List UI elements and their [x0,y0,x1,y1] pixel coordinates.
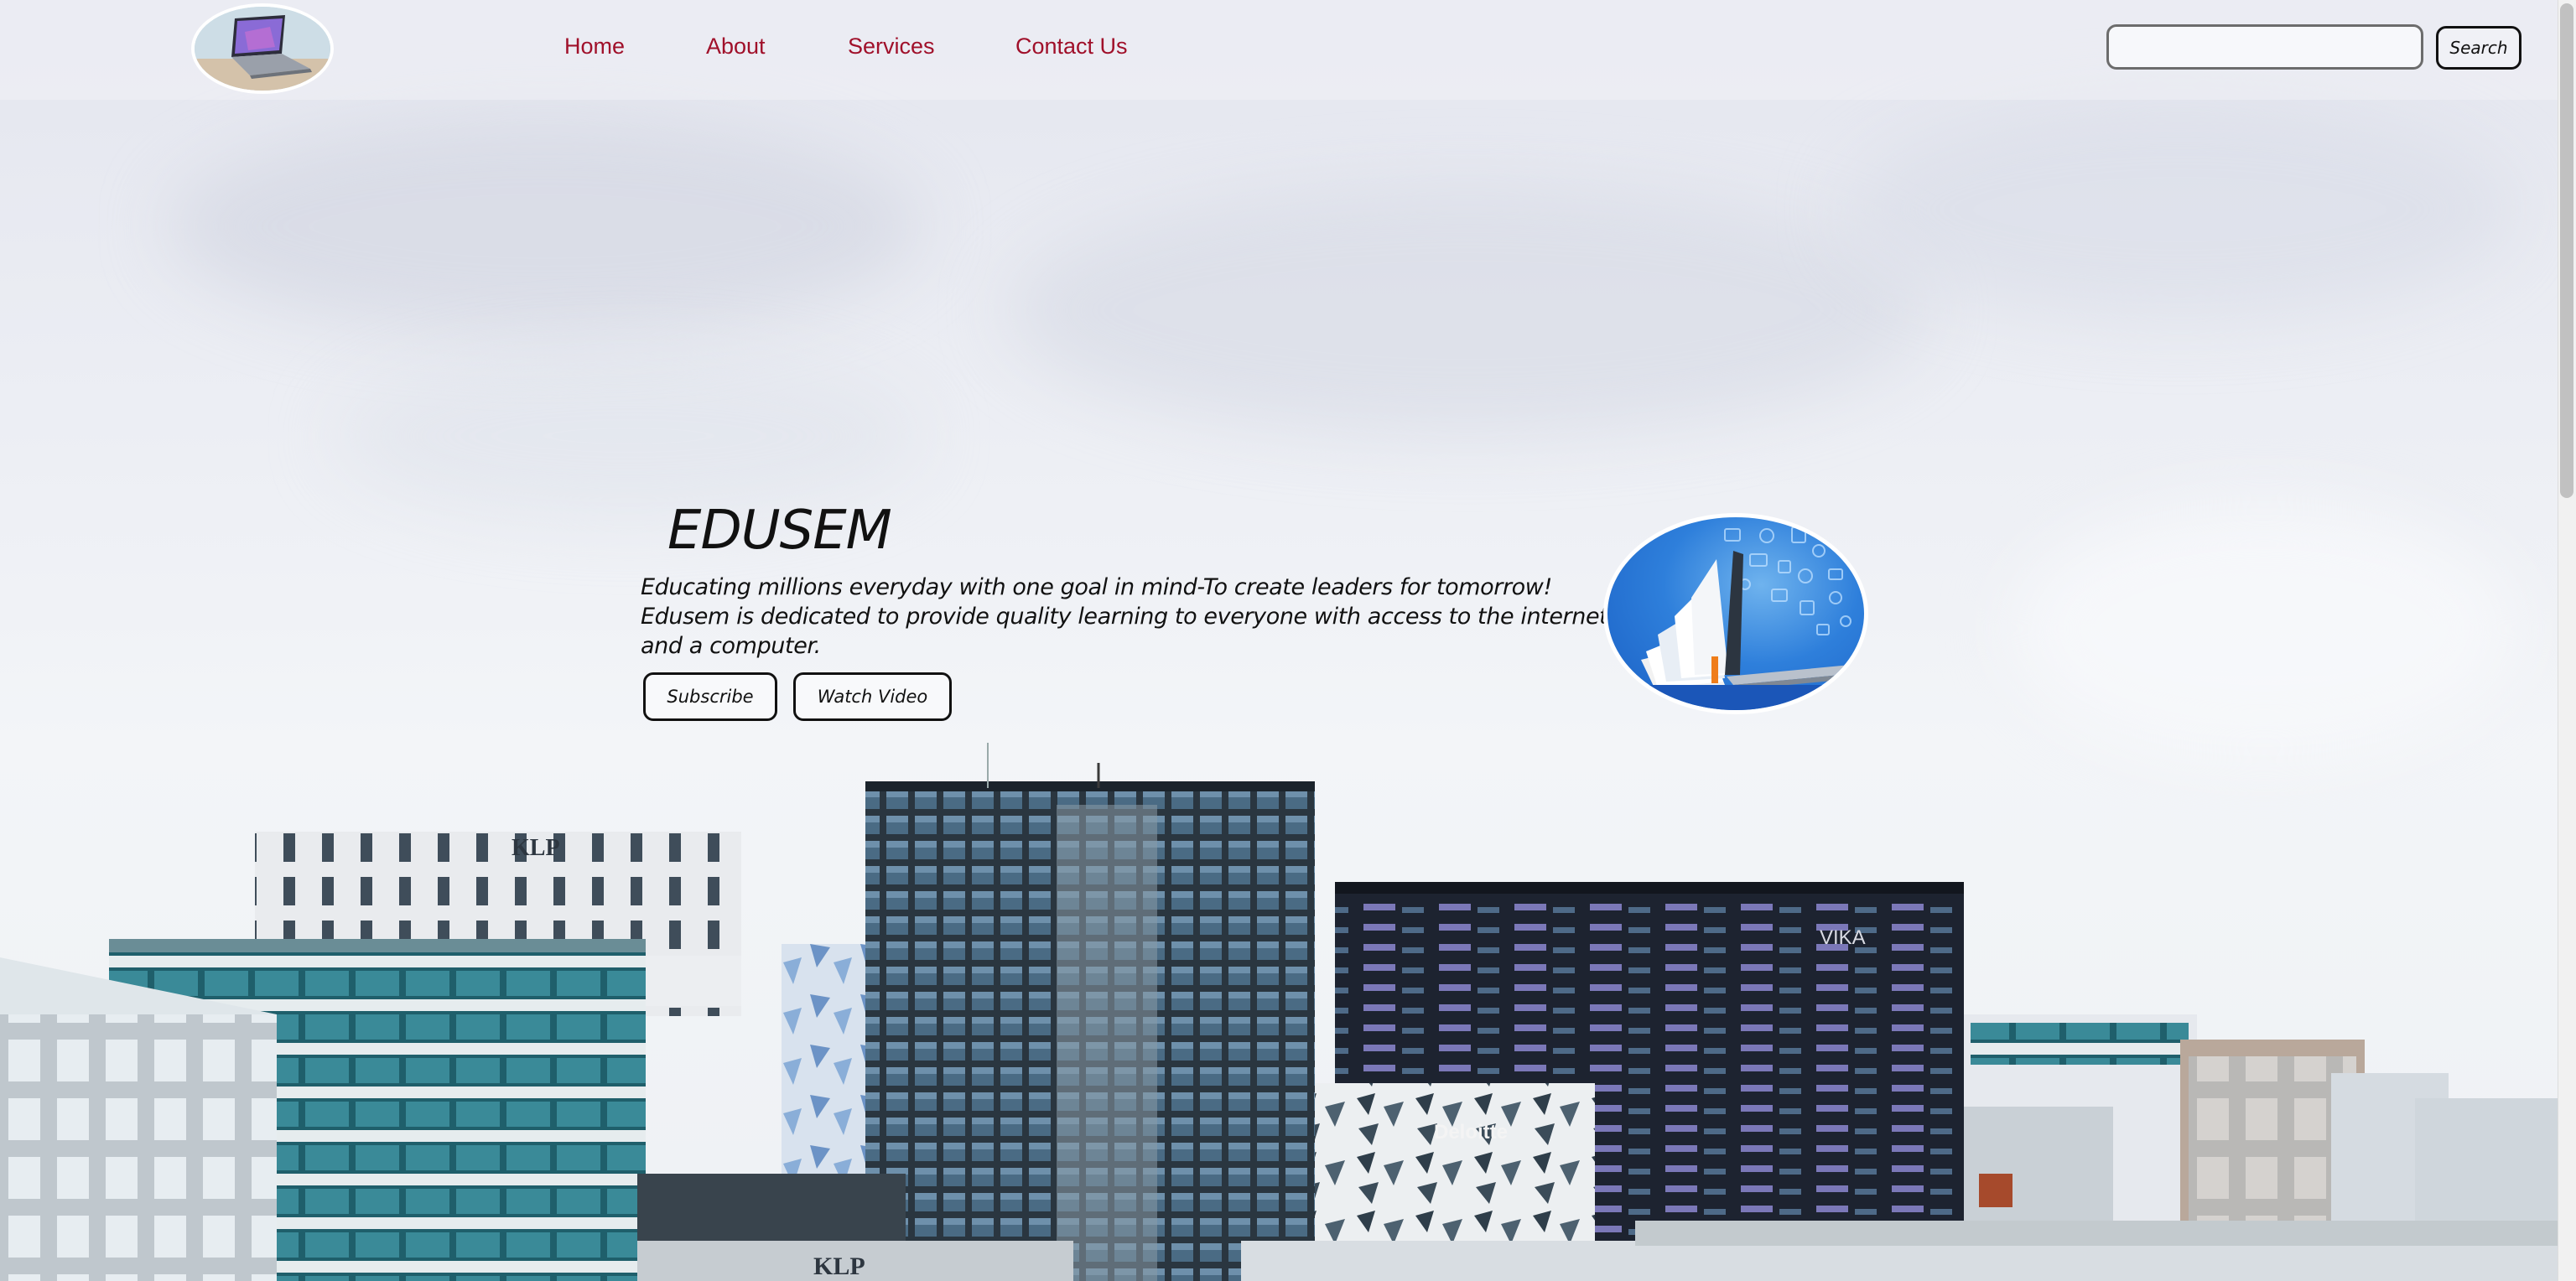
nav-about-link[interactable]: About [706,34,766,64]
vika-sign: VIKA [1820,926,1866,949]
deloitte-sign: Deloitte [1434,1121,1508,1144]
nav-home-link[interactable]: Home [564,34,625,64]
hero-tagline-line-1: Educating millions everyday with one goa… [641,574,1552,600]
book-laptop-icon [1607,526,1864,710]
nav-services-link[interactable]: Services [848,34,935,64]
nav-contact-link[interactable]: Contact Us [1015,34,1128,64]
klp-sign-top: KLP [512,835,560,861]
subscribe-button[interactable]: Subscribe [643,672,777,721]
city-skyline-image: VIKA Deloitte KLP KLP [0,743,2558,1281]
site-header: Home About Services Contact Us Search [0,0,2558,100]
hero-title: EDUSEM [667,500,892,562]
site-logo[interactable] [191,3,334,94]
hero-tagline-line-2: Edusem is dedicated to provide quality l… [641,604,1608,630]
hero-image [1603,513,1868,714]
laptop-logo-icon [195,7,330,91]
klp-sign-bottom: KLP [813,1252,865,1280]
hero-tagline-line-3: and a computer. [641,633,821,659]
search-input[interactable] [2106,24,2423,70]
page-scrollbar-thumb[interactable] [2560,3,2573,498]
search-button[interactable]: Search [2436,26,2521,70]
watch-video-button[interactable]: Watch Video [793,672,952,721]
